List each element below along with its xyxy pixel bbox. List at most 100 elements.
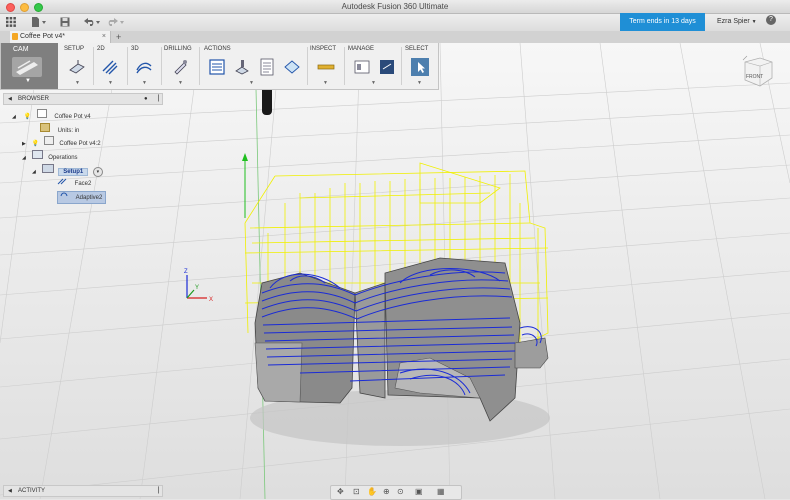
user-name: Ezra Spier: [717, 18, 750, 25]
component-row[interactable]: ▶ 💡 Coffee Pot v4:2: [22, 136, 101, 147]
component-icon: [43, 136, 54, 145]
drilling-dropdown-icon[interactable]: ▼: [178, 80, 183, 86]
group-inspect: INSPECT: [310, 46, 337, 52]
operations-label: Operations: [48, 155, 78, 161]
save-icon[interactable]: [60, 17, 70, 29]
panel-toggle-icon[interactable]: ▕: [154, 94, 159, 104]
face-op-icon: [57, 178, 67, 185]
activity-panel-header[interactable]: ◀ ACTIVITY ▕: [3, 485, 163, 497]
op-adaptive-selection: Adaptive2: [57, 191, 107, 204]
help-icon[interactable]: ?: [766, 15, 776, 25]
post-process-icon[interactable]: [258, 58, 276, 76]
2d-toolpath-icon[interactable]: [101, 58, 119, 76]
expand-icon[interactable]: ▶: [22, 141, 26, 147]
ribbon-separator: [401, 47, 402, 85]
svg-text:Y: Y: [195, 285, 199, 291]
operations-icon: [31, 150, 43, 159]
document-tab[interactable]: Coffee Pot v4* ×: [10, 31, 111, 43]
canvas-viewport[interactable]: Z X Y: [0, 43, 790, 499]
group-3d: 3D: [131, 46, 139, 52]
viewcube[interactable]: FRONT: [740, 54, 774, 90]
inspect-dropdown-icon[interactable]: ▼: [323, 80, 328, 86]
navigation-toolbar: ✥ ⊡ ✋ ⊕ ⊙ ▣ ▦: [330, 485, 462, 500]
cam-ribbon: CAM ▼ SETUP 2D 3D DRILLING ACTIONS INSPE…: [0, 43, 439, 90]
display-settings-icon[interactable]: ▣: [415, 487, 423, 497]
pan-icon[interactable]: ✋: [367, 487, 377, 497]
group-actions: ACTIONS: [204, 46, 231, 52]
pin-icon[interactable]: ●: [144, 94, 148, 104]
svg-text:Z: Z: [184, 269, 188, 275]
drill-icon[interactable]: [171, 58, 189, 76]
window-title: Autodesk Fusion 360 Ultimate: [341, 2, 449, 11]
measure-icon[interactable]: [317, 58, 335, 76]
orbit-icon[interactable]: ✥: [337, 487, 344, 497]
file-icon[interactable]: [31, 17, 47, 29]
select-dropdown-icon[interactable]: ▼: [417, 80, 422, 86]
manage-dropdown-icon[interactable]: ▼: [371, 80, 376, 86]
close-window-button[interactable]: [6, 3, 15, 12]
tree-root[interactable]: ◢ 💡 Coffee Pot v4: [12, 109, 91, 120]
grid-icon[interactable]: [6, 17, 16, 29]
user-menu[interactable]: Ezra Spier ▼: [717, 15, 757, 29]
simulate-machine-icon[interactable]: [233, 58, 251, 76]
lightbulb-icon[interactable]: 💡: [24, 114, 31, 120]
setup-sheet-icon[interactable]: [283, 58, 301, 76]
setup-row[interactable]: ◢ Setup1 ▾: [32, 164, 103, 177]
add-tab-button[interactable]: +: [116, 31, 121, 43]
template-library-icon[interactable]: [378, 58, 396, 76]
select-icon[interactable]: [411, 58, 429, 76]
grid-settings-icon[interactable]: ▦: [437, 487, 445, 497]
panel-toggle-icon[interactable]: ▕: [154, 486, 159, 496]
title-bar: Autodesk Fusion 360 Ultimate: [0, 0, 790, 14]
undo-icon[interactable]: [83, 17, 101, 29]
new-setup-icon[interactable]: [68, 58, 86, 76]
group-select: SELECT: [405, 46, 429, 52]
3d-dropdown-icon[interactable]: ▼: [142, 80, 147, 86]
setup-menu-icon[interactable]: ▾: [92, 167, 103, 177]
browser-panel-header[interactable]: ◀ BROWSER ● ▕: [3, 93, 163, 105]
ribbon-separator: [344, 47, 345, 85]
trial-status-button[interactable]: Term ends in 13 days: [620, 13, 705, 31]
workspace-switcher[interactable]: CAM ▼: [1, 43, 58, 89]
operations-row[interactable]: ◢ Operations: [22, 150, 78, 161]
adaptive-op-icon: [60, 192, 68, 199]
axis-triad: Z X Y: [184, 269, 213, 303]
close-tab-icon[interactable]: ×: [102, 31, 106, 43]
redo-icon[interactable]: [107, 17, 125, 29]
expand-icon[interactable]: ◢: [32, 169, 36, 175]
setup-dropdown-icon[interactable]: ▼: [75, 80, 80, 86]
fit-icon[interactable]: ⊙: [397, 487, 404, 497]
group-setup: SETUP: [64, 46, 85, 52]
look-at-icon[interactable]: ⊡: [353, 487, 360, 497]
collapse-icon[interactable]: ◀: [8, 94, 12, 104]
ribbon-separator: [199, 47, 200, 85]
cam-workspace-icon: [12, 57, 42, 77]
zoom-window-button[interactable]: [34, 3, 43, 12]
units-row[interactable]: Units: in: [40, 123, 79, 134]
simulate-icon[interactable]: [208, 58, 226, 76]
document-icon: [12, 33, 18, 40]
actions-dropdown-icon[interactable]: ▼: [249, 80, 254, 86]
op-face-label: Face2: [74, 181, 92, 187]
group-drilling: DRILLING: [164, 46, 192, 52]
setup-label: Setup1: [58, 168, 89, 176]
minimize-window-button[interactable]: [20, 3, 29, 12]
op-adaptive-row[interactable]: Adaptive2: [57, 191, 107, 204]
op-face-row[interactable]: Face2: [57, 178, 91, 188]
lightbulb-icon[interactable]: 💡: [32, 141, 39, 147]
browser-title: BROWSER: [18, 96, 50, 102]
collapse-icon[interactable]: ◀: [8, 486, 12, 496]
2d-dropdown-icon[interactable]: ▼: [108, 80, 113, 86]
window-controls: [6, 3, 43, 12]
expand-icon[interactable]: ◢: [12, 114, 16, 120]
expand-icon[interactable]: ◢: [22, 155, 26, 161]
z-arrow-head: [242, 153, 248, 161]
home-view-icon: [742, 55, 748, 61]
workspace-dropdown-icon[interactable]: ▼: [25, 78, 31, 84]
3d-toolpath-icon[interactable]: [135, 58, 153, 76]
zoom-icon[interactable]: ⊕: [383, 487, 390, 497]
activity-label: ACTIVITY: [18, 488, 46, 494]
viewcube-face-label: FRONT: [746, 74, 763, 80]
tool-library-icon[interactable]: [353, 58, 371, 76]
workspace-label: CAM: [13, 46, 29, 53]
